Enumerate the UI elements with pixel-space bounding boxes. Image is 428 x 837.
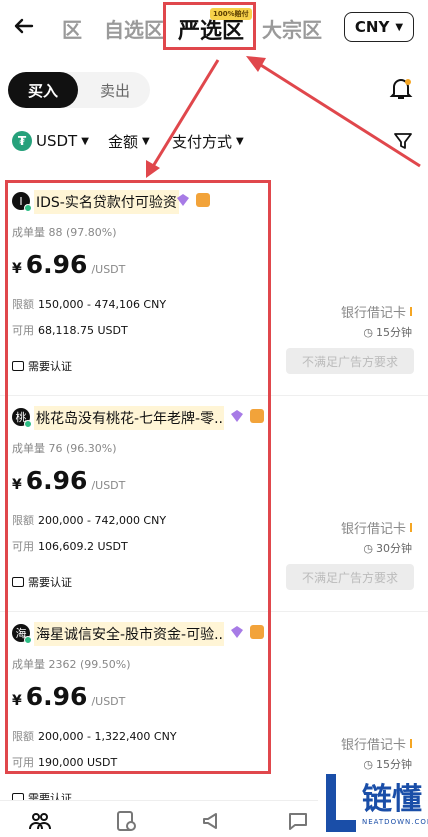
orders-icon[interactable] <box>114 809 138 833</box>
watermark-text: 链懂 <box>362 782 422 817</box>
watermark-url: NEATDOWN.COM <box>362 818 428 826</box>
watermark-logo-icon <box>326 774 356 832</box>
watermark: 链懂 NEATDOWN.COM <box>318 770 428 837</box>
megaphone-icon[interactable] <box>200 809 224 833</box>
annotation-arrows <box>146 56 421 178</box>
users-icon[interactable] <box>28 809 52 833</box>
chat-icon[interactable] <box>286 809 310 833</box>
